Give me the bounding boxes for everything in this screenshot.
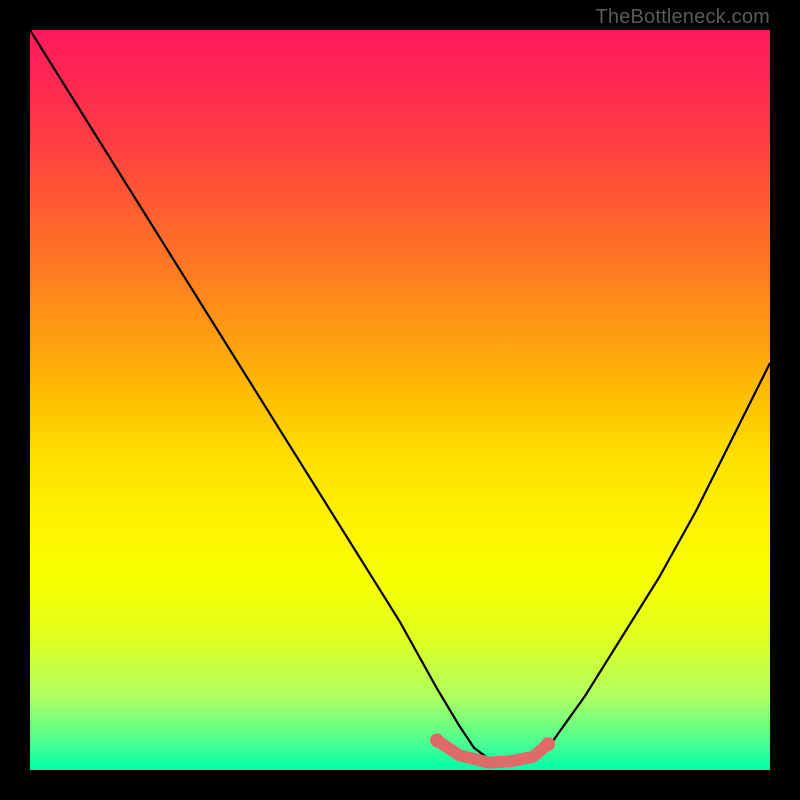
accent-band <box>437 740 548 762</box>
plot-area <box>30 30 770 770</box>
curve-layer <box>30 30 770 770</box>
watermark-text: TheBottleneck.com <box>595 6 770 29</box>
chart-container: TheBottleneck.com <box>0 0 800 800</box>
accent-dot-left <box>430 733 444 747</box>
bottleneck-curve <box>30 30 770 763</box>
accent-dot-right <box>541 737 555 751</box>
